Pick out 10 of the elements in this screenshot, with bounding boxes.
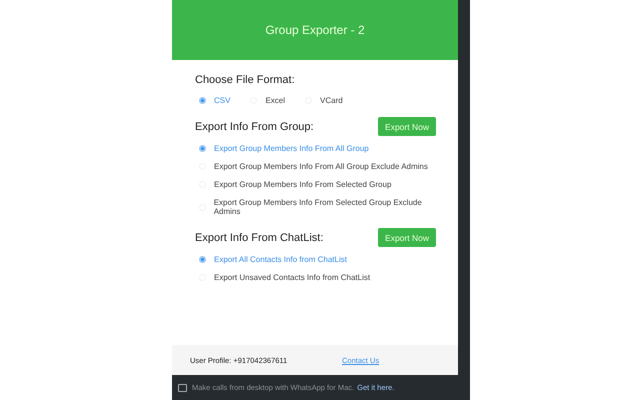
section-heading: Choose File Format: [195, 74, 296, 86]
export-option-radio[interactable]: Export Group Members Info From Selected Group [199, 180, 436, 189]
export-option-radio[interactable]: Export Group Members Info From Selected Group Exclude Admins [199, 198, 436, 216]
export-option-radio[interactable]: Export Group Members Info From All Group Exclude Admins [199, 162, 436, 171]
section-heading: Export Info From ChatList: [195, 232, 324, 244]
section-heading: Export Info From Group: [195, 120, 314, 132]
format-radio[interactable]: VCard [305, 96, 343, 105]
popup-title: Group Exporter - 2 [265, 23, 365, 37]
export-option-radio[interactable]: Export Unsaved Contacts Info from ChatList [199, 273, 436, 282]
format-radio[interactable]: Excel [250, 96, 286, 105]
